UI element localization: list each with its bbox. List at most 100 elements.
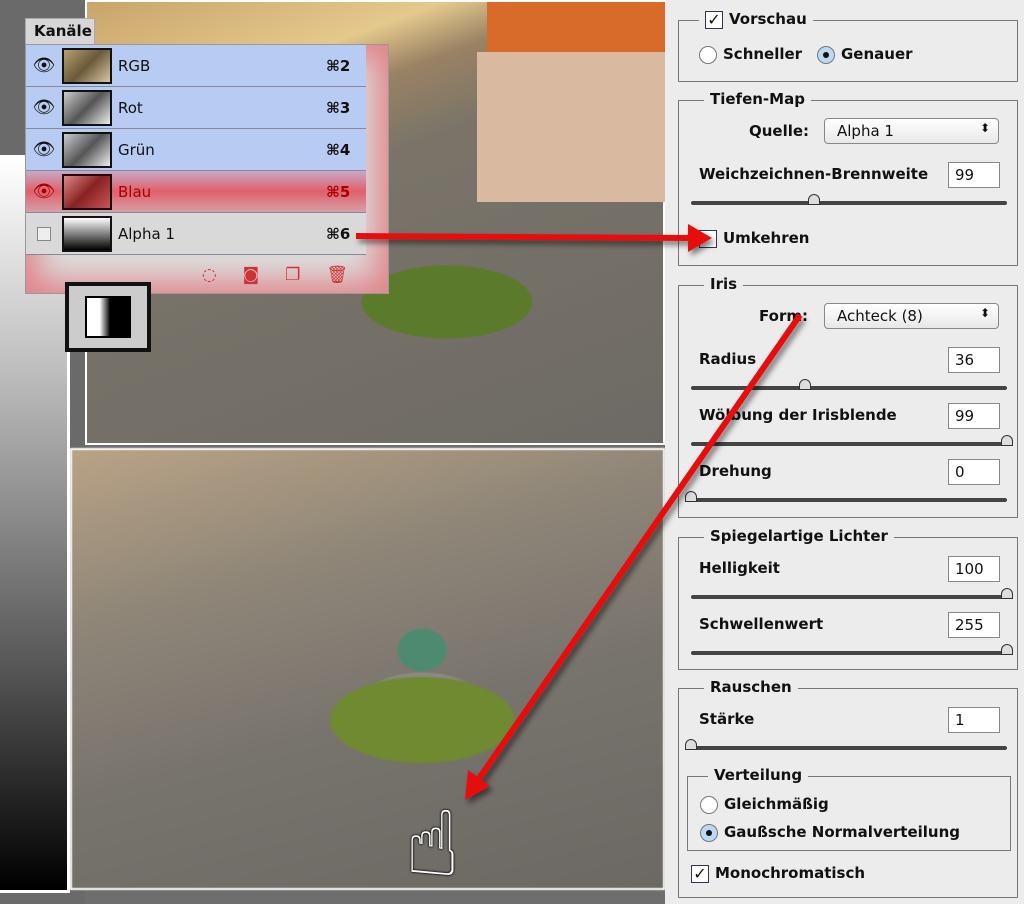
- uniform-label: Gleichmäßig: [724, 795, 829, 813]
- eye-icon[interactable]: 👁: [26, 181, 62, 202]
- trash-icon[interactable]: 🗑: [326, 265, 348, 285]
- channel-shortcut: ⌘5: [326, 182, 351, 201]
- channel-thumbnail: [62, 89, 112, 126]
- brightness-slider[interactable]: [691, 588, 1013, 599]
- distribution-title: Verteilung: [708, 766, 809, 784]
- brightness-label: Helligkeit: [699, 559, 780, 577]
- channel-row-rot[interactable]: 👁 Rot ⌘3: [26, 87, 366, 129]
- depth-map-group: Tiefen-Map Quelle: Alpha 1 ⬍ Weichzeichne…: [678, 90, 1018, 266]
- channel-name: Grün: [118, 140, 155, 159]
- radio-icon[interactable]: [699, 45, 717, 64]
- radius-input[interactable]: 36: [948, 347, 1000, 373]
- brightness-input[interactable]: 100: [948, 556, 1000, 582]
- radio-selected-icon[interactable]: [700, 823, 718, 842]
- radio-selected-icon[interactable]: [817, 45, 835, 64]
- eye-icon[interactable]: 👁: [26, 139, 62, 160]
- monochromatic-label: Monochromatisch: [715, 864, 866, 882]
- shape-label: Form:: [759, 307, 808, 325]
- shape-select[interactable]: Achteck (8) ⬍: [824, 303, 999, 329]
- updown-arrows-icon: ⬍: [979, 121, 990, 135]
- channel-shortcut: ⌘4: [326, 140, 351, 159]
- channel-row-gruen[interactable]: 👁 Grün ⌘4: [26, 129, 366, 171]
- slider-thumb[interactable]: [808, 194, 821, 205]
- radius-label: Radius: [699, 350, 757, 368]
- channels-list: 👁 RGB ⌘2 👁 Rot ⌘3 👁 Grün ⌘4 👁 Blau ⌘5 Alpha 1 ⌘6 …: [25, 44, 389, 294]
- shape-value: Achteck (8): [837, 307, 923, 325]
- noise-group: Rauschen Stärke 1 Verteilung Gleichmäßig…: [678, 678, 1018, 898]
- eye-icon[interactable]: 👁: [26, 55, 62, 76]
- curvature-label: Wölbung der Irisblende: [699, 406, 897, 424]
- rotation-input[interactable]: 0: [948, 459, 1000, 485]
- channels-tab[interactable]: Kanäle: [25, 18, 95, 44]
- channel-thumbnail: [62, 131, 112, 168]
- rotation-slider[interactable]: [685, 491, 1007, 502]
- quick-mask-icon: [65, 282, 151, 352]
- invert-checkbox[interactable]: Umkehren: [699, 229, 809, 248]
- channel-row-blau[interactable]: 👁 Blau ⌘5: [26, 171, 366, 213]
- checkbox-checked-icon[interactable]: ✓: [691, 864, 709, 883]
- blurred-preview-photo[interactable]: [70, 448, 665, 890]
- radius-slider[interactable]: [691, 379, 1007, 390]
- slider-thumb[interactable]: [1001, 435, 1013, 446]
- iris-title: Iris: [704, 275, 744, 293]
- lens-blur-settings-panel: ✓ Vorschau Schneller Genauer Tiefen-Map Q…: [665, 0, 1024, 904]
- radio-accurate[interactable]: Genauer: [817, 45, 913, 64]
- channel-name: Blau: [118, 182, 152, 201]
- specular-title: Spiegelartige Lichter: [704, 527, 894, 545]
- source-select[interactable]: Alpha 1 ⬍: [824, 118, 999, 144]
- load-selection-icon[interactable]: ◌: [202, 265, 217, 285]
- focal-distance-slider[interactable]: [691, 194, 1007, 205]
- slider-thumb[interactable]: [1001, 644, 1013, 655]
- channel-row-alpha-1[interactable]: Alpha 1 ⌘6: [26, 213, 366, 255]
- iris-group: Iris Form: Achteck (8) ⬍ Radius 36 Wölbun…: [678, 275, 1018, 518]
- depth-map-title: Tiefen-Map: [704, 90, 811, 108]
- focal-distance-input[interactable]: 99: [948, 162, 1000, 188]
- distribution-group: Verteilung Gleichmäßig Gaußsche Normalve…: [687, 766, 1011, 851]
- channel-thumbnail: [62, 173, 112, 210]
- radio-gaussian[interactable]: Gaußsche Normalverteilung: [700, 823, 960, 842]
- channel-shortcut: ⌘6: [326, 224, 351, 243]
- checkbox-checked-icon[interactable]: ✓: [705, 10, 723, 29]
- slider-thumb[interactable]: [685, 739, 697, 750]
- threshold-slider[interactable]: [691, 644, 1013, 655]
- channels-panel: Kanäle 👁 RGB ⌘2 👁 Rot ⌘3 👁 Grün ⌘4 👁 Blau ⌘5 Alp…: [25, 18, 389, 294]
- amount-input[interactable]: 1: [948, 707, 1000, 733]
- radio-uniform[interactable]: Gleichmäßig: [700, 795, 829, 814]
- invert-label: Umkehren: [723, 229, 810, 247]
- preview-group: ✓ Vorschau Schneller Genauer: [678, 10, 1018, 82]
- slider-thumb[interactable]: [798, 379, 811, 390]
- radio-icon[interactable]: [700, 795, 718, 814]
- gaussian-label: Gaußsche Normalverteilung: [724, 823, 961, 841]
- channel-shortcut: ⌘3: [326, 98, 351, 117]
- visibility-checkbox[interactable]: [37, 226, 51, 241]
- channel-shortcut: ⌘2: [326, 56, 351, 75]
- focal-distance-label: Weichzeichnen-Brennweite: [699, 165, 929, 183]
- source-label: Quelle:: [749, 122, 810, 140]
- channel-thumbnail: [62, 215, 112, 252]
- slider-thumb[interactable]: [1001, 588, 1013, 599]
- checkbox-icon[interactable]: [699, 229, 717, 248]
- channel-name: Rot: [118, 98, 143, 117]
- save-selection-icon[interactable]: ◙: [243, 265, 260, 285]
- hand-cursor-icon: ☝: [405, 792, 460, 897]
- channel-name: RGB: [118, 56, 151, 75]
- eye-icon[interactable]: 👁: [26, 97, 62, 118]
- curvature-slider[interactable]: [691, 435, 1013, 446]
- preview-checkbox[interactable]: ✓ Vorschau: [699, 10, 813, 29]
- accurate-label: Genauer: [841, 45, 913, 63]
- preview-label: Vorschau: [729, 10, 807, 28]
- new-channel-icon[interactable]: ❐: [285, 265, 300, 285]
- amount-slider[interactable]: [685, 739, 1007, 750]
- noise-title: Rauschen: [704, 678, 798, 696]
- channel-thumbnail: [62, 47, 112, 84]
- channel-name: Alpha 1: [118, 224, 175, 243]
- updown-arrows-icon: ⬍: [979, 306, 990, 320]
- channel-row-rgb[interactable]: 👁 RGB ⌘2: [26, 45, 366, 87]
- threshold-label: Schwellenwert: [699, 615, 824, 633]
- slider-thumb[interactable]: [685, 491, 697, 502]
- threshold-input[interactable]: 255: [948, 612, 1000, 638]
- rotation-label: Drehung: [699, 462, 772, 480]
- radio-fast[interactable]: Schneller: [699, 45, 802, 64]
- monochromatic-checkbox[interactable]: ✓ Monochromatisch: [691, 864, 865, 883]
- curvature-input[interactable]: 99: [948, 403, 1000, 429]
